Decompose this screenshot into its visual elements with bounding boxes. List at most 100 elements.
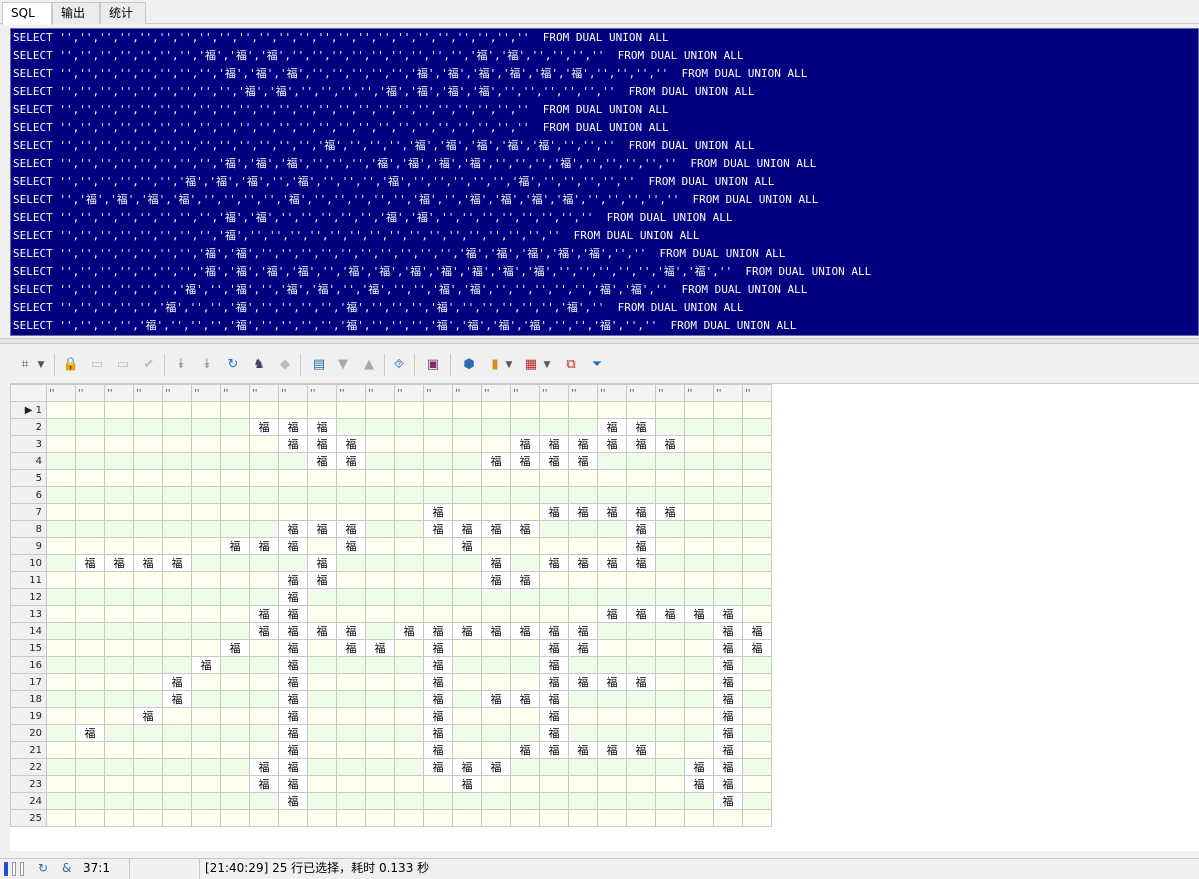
grid-cell[interactable] [626, 452, 656, 470]
grid-cell[interactable] [713, 571, 743, 589]
grid-cell[interactable] [104, 605, 134, 623]
grid-cell[interactable] [597, 452, 627, 470]
grid-cell[interactable] [191, 469, 221, 487]
grid-cell[interactable] [684, 418, 714, 436]
grid-cell[interactable]: 福 [481, 452, 511, 470]
grid-cell[interactable] [452, 435, 482, 453]
grid-cell[interactable]: 福 [713, 758, 743, 776]
grid-cell[interactable]: 福 [655, 503, 685, 521]
grid-cell[interactable] [249, 656, 279, 674]
grid-cell[interactable] [133, 673, 163, 691]
grid-cell[interactable] [626, 639, 656, 657]
grid-cell[interactable] [220, 656, 250, 674]
grid-cell[interactable]: 福 [278, 724, 308, 742]
grid-cell[interactable] [539, 469, 569, 487]
grid-cell[interactable] [481, 809, 511, 827]
grid-cell[interactable] [510, 775, 540, 793]
grid-cell[interactable] [162, 520, 192, 538]
grid-cell[interactable] [394, 690, 424, 708]
grid-cell[interactable] [162, 741, 192, 759]
grid-cell[interactable] [162, 418, 192, 436]
grid-cell[interactable] [510, 724, 540, 742]
grid-cell[interactable] [713, 520, 743, 538]
grid-cell[interactable] [568, 707, 598, 725]
grid-cell[interactable] [104, 809, 134, 827]
table-icon[interactable]: ▦ [522, 356, 540, 374]
grid-cell[interactable] [220, 792, 250, 810]
compare-icon[interactable]: ⧉ [562, 356, 580, 374]
grid-cell[interactable]: 福 [336, 622, 366, 640]
grid-cell[interactable]: 福 [510, 690, 540, 708]
row-number[interactable]: 12 [10, 588, 47, 606]
grid-cell[interactable] [220, 758, 250, 776]
grid-cell[interactable] [510, 758, 540, 776]
grid-cell[interactable]: 福 [278, 639, 308, 657]
grid-cell[interactable] [249, 809, 279, 827]
grid-cell[interactable]: 福 [655, 605, 685, 623]
chart-icon[interactable]: ▮ [486, 356, 504, 374]
row-number[interactable]: 15 [10, 639, 47, 657]
grid-cell[interactable] [597, 571, 627, 589]
grid-cell[interactable] [365, 520, 395, 538]
grid-cell[interactable]: 福 [481, 571, 511, 589]
grid-cell[interactable] [568, 537, 598, 555]
grid-cell[interactable] [365, 418, 395, 436]
grid-cell[interactable] [481, 707, 511, 725]
grid-cell[interactable]: 福 [336, 435, 366, 453]
grid-cell[interactable]: 福 [597, 435, 627, 453]
grid-cell[interactable] [104, 571, 134, 589]
grid-cell[interactable] [220, 588, 250, 606]
table-row[interactable]: 2福福福福福 [10, 418, 772, 436]
grid-cell[interactable] [510, 707, 540, 725]
grid-cell[interactable] [655, 520, 685, 538]
table-row[interactable]: 6 [10, 486, 772, 504]
grid-cell[interactable] [75, 520, 105, 538]
filter-icon[interactable]: ⏷ [588, 356, 606, 374]
grid-cell[interactable] [191, 401, 221, 419]
grid-cell[interactable] [46, 520, 76, 538]
grid-cell[interactable] [46, 418, 76, 436]
grid-cell[interactable] [481, 741, 511, 759]
row-number[interactable]: 20 [10, 724, 47, 742]
grid-cell[interactable]: 福 [568, 435, 598, 453]
grid-cell[interactable] [46, 673, 76, 691]
grid-cell[interactable] [423, 571, 453, 589]
grid-cell[interactable] [220, 622, 250, 640]
grid-cell[interactable]: 福 [278, 673, 308, 691]
row-number[interactable]: 3 [10, 435, 47, 453]
row-number[interactable]: 8 [10, 520, 47, 538]
grid-cell[interactable] [307, 605, 337, 623]
grid-cell[interactable] [394, 758, 424, 776]
grid-cell[interactable]: 福 [278, 775, 308, 793]
row-number[interactable]: 23 [10, 775, 47, 793]
grid-cell[interactable] [220, 503, 250, 521]
grid-cell[interactable] [742, 401, 772, 419]
grid-cell[interactable]: 福 [278, 707, 308, 725]
grid-cell[interactable] [510, 418, 540, 436]
grid-cell[interactable]: 福 [278, 758, 308, 776]
grid-cell[interactable] [626, 707, 656, 725]
grid-cell[interactable] [655, 809, 685, 827]
grid-cell[interactable] [307, 503, 337, 521]
grid-cell[interactable] [365, 571, 395, 589]
grid-cell[interactable] [220, 435, 250, 453]
grid-cell[interactable] [452, 452, 482, 470]
grid-cell[interactable] [597, 707, 627, 725]
grid-cell[interactable] [452, 809, 482, 827]
grid-cell[interactable] [336, 741, 366, 759]
grid-cell[interactable] [742, 741, 772, 759]
grid-cell[interactable] [162, 537, 192, 555]
row-number[interactable]: 2 [10, 418, 47, 436]
grid-cell[interactable] [104, 724, 134, 742]
grid-cell[interactable] [713, 809, 743, 827]
grid-cell[interactable]: 福 [249, 622, 279, 640]
grid-cell[interactable] [162, 486, 192, 504]
grid-cell[interactable] [510, 503, 540, 521]
grid-cell[interactable]: 福 [713, 690, 743, 708]
grid-cell[interactable] [510, 639, 540, 657]
grid-cell[interactable] [452, 588, 482, 606]
grid-cell[interactable] [394, 639, 424, 657]
grid-cell[interactable] [278, 809, 308, 827]
grid-cell[interactable]: 福 [249, 775, 279, 793]
grid-cell[interactable]: 福 [423, 724, 453, 742]
